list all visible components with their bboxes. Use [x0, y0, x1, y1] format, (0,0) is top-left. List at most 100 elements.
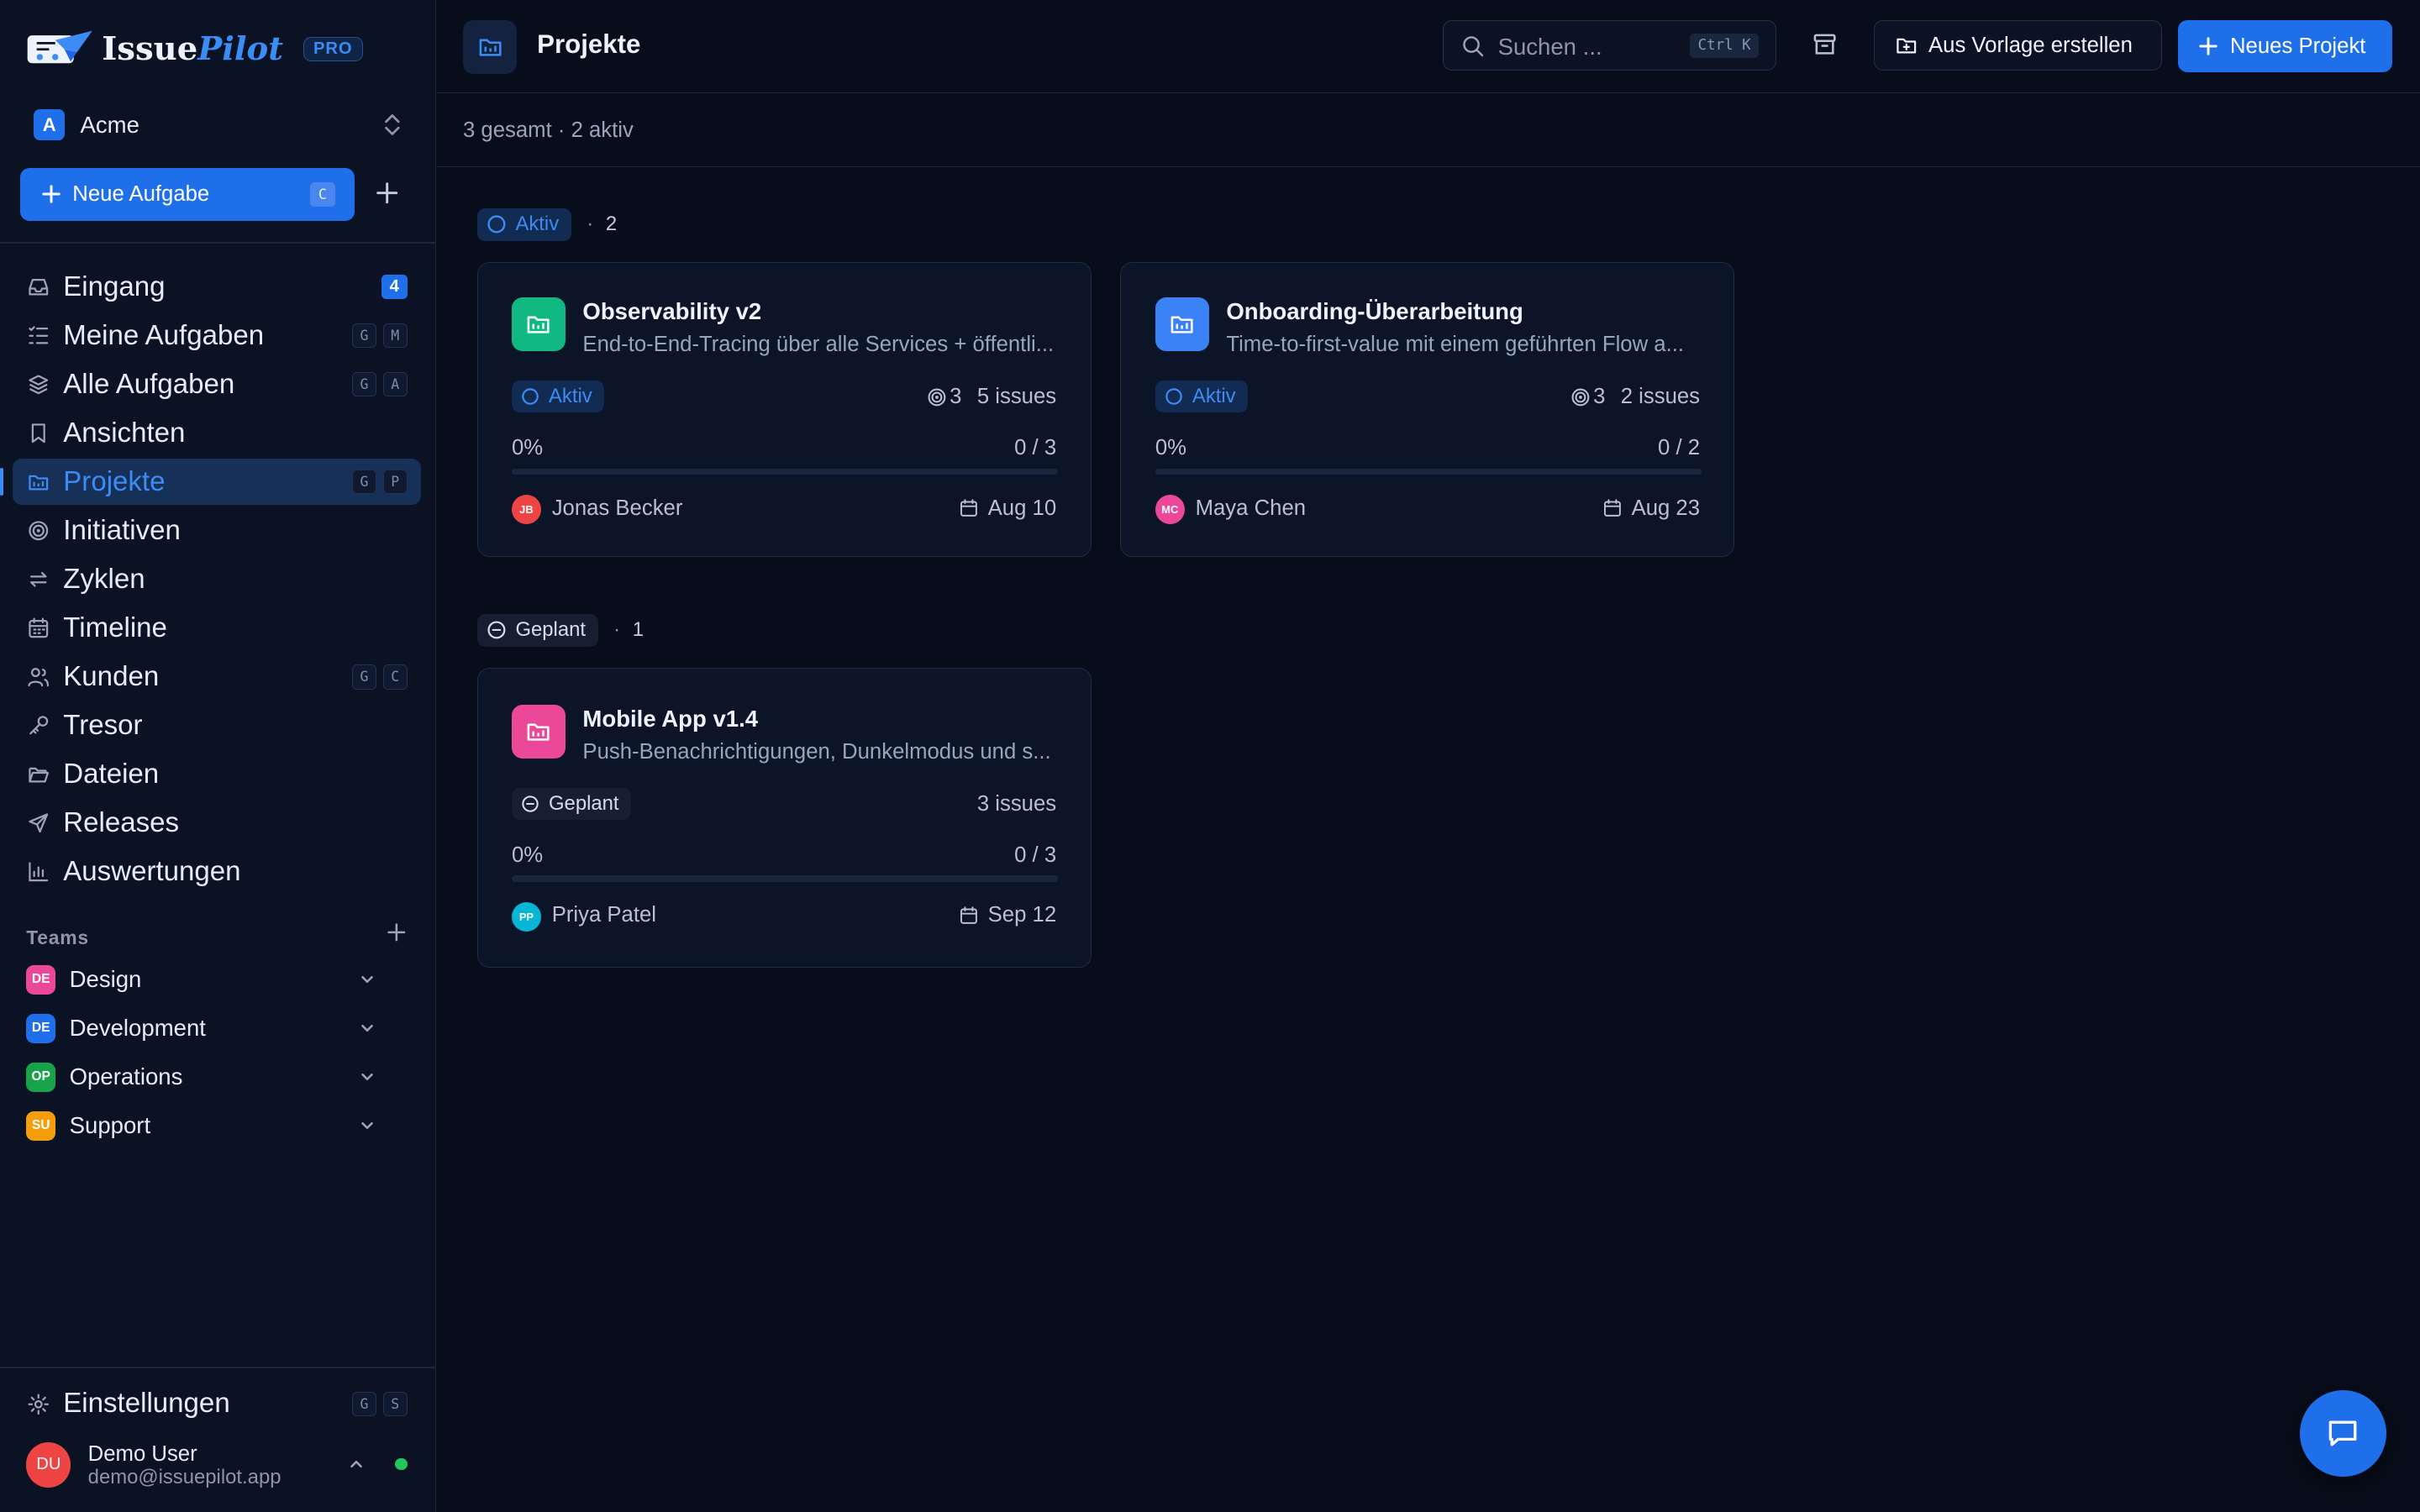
project-folder-icon — [511, 297, 566, 351]
sidebar-item-label: Initiativen — [63, 514, 181, 546]
progress-bar — [511, 875, 1059, 882]
due-date[interactable]: Aug 10 — [959, 496, 1056, 521]
sidebar-item-meine-aufgaben[interactable]: Meine Aufgaben GM — [13, 312, 422, 359]
team-item-development[interactable]: DE Development — [26, 1005, 384, 1052]
sidebar-item-eingang[interactable]: Eingang 4 — [13, 264, 422, 310]
sidebar-item-zyklen[interactable]: Zyklen — [13, 556, 422, 602]
layers-icon — [26, 372, 50, 396]
project-meta: 3 5 issues — [927, 385, 1056, 409]
project-lead: Maya Chen — [1195, 496, 1307, 520]
sidebar-item-initiativen[interactable]: Initiativen — [13, 507, 422, 554]
project-card-onboarding[interactable]: Onboarding-Überarbeitung Time-to-first-v… — [1120, 262, 1735, 558]
progress-percent: 0% — [511, 435, 544, 459]
add-team-icon[interactable] — [386, 921, 408, 943]
sidebar-item-releases[interactable]: Releases — [13, 800, 422, 846]
inbox-count-badge: 4 — [381, 274, 408, 300]
key-cap: C — [382, 664, 408, 690]
chevron-down-icon[interactable] — [358, 1116, 376, 1135]
settings-label: Einstellungen — [63, 1388, 230, 1420]
target-icon — [928, 388, 945, 407]
due-date[interactable]: Aug 23 — [1602, 496, 1700, 521]
project-title: Onboarding-Überarbeitung — [1226, 298, 1523, 325]
sidebar-item-projekte[interactable]: Projekte GP — [0, 459, 422, 506]
status-chip-active[interactable]: Aktiv — [476, 207, 571, 241]
add-icon[interactable] — [375, 181, 399, 205]
plus-icon — [41, 185, 60, 204]
send-icon — [26, 811, 50, 835]
status-planned-icon — [487, 620, 507, 640]
progress-fraction: 0 / 2 — [1658, 435, 1701, 459]
app-logo[interactable]: Issue Pilot PRO — [24, 28, 363, 71]
due-date-value: Aug 10 — [987, 496, 1057, 520]
search-shortcut: Ctrl K — [1690, 33, 1759, 58]
archive-icon[interactable] — [1812, 31, 1838, 57]
sidebar-item-auswertungen[interactable]: Auswertungen — [13, 848, 422, 895]
group-separator: · — [587, 213, 594, 236]
avatar: JB — [511, 494, 541, 524]
team-name: Development — [69, 1015, 206, 1042]
chevron-down-icon[interactable] — [358, 1019, 376, 1037]
project-card-observability[interactable]: Observability v2 End-to-End-Tracing über… — [476, 262, 1092, 558]
team-avatar: OP — [26, 1062, 56, 1092]
team-item-support[interactable]: SU Support — [26, 1103, 384, 1149]
project-description: End-to-End-Tracing über alle Services + … — [582, 332, 1055, 356]
gear-icon — [26, 1392, 50, 1416]
sidebar-item-label: Dateien — [63, 758, 160, 790]
page-title: Projekte — [537, 29, 641, 59]
progress-fraction: 0 / 3 — [1014, 435, 1057, 459]
sidebar-item-ansichten[interactable]: Ansichten — [13, 410, 422, 456]
progress-percent: 0% — [511, 843, 544, 867]
sidebar-item-label: Meine Aufgaben — [63, 319, 265, 351]
new-project-button[interactable]: Neues Projekt — [2177, 19, 2392, 73]
project-card-mobile-app[interactable]: Mobile App v1.4 Push-Benachrichtigungen,… — [476, 668, 1092, 968]
sidebar-divider — [0, 242, 435, 244]
chevron-up-icon[interactable] — [347, 1455, 366, 1473]
calendar-icon — [960, 499, 977, 517]
plan-badge: PRO — [302, 37, 363, 62]
plus-icon — [2199, 37, 2217, 55]
status-badge[interactable]: Aktiv — [1155, 380, 1249, 413]
team-item-design[interactable]: DE Design — [26, 957, 384, 1003]
sidebar-item-einstellungen[interactable]: Einstellungen GS — [13, 1381, 422, 1427]
status-badge[interactable]: Geplant — [511, 787, 632, 821]
sidebar-item-dateien[interactable]: Dateien — [13, 751, 422, 797]
target-icon — [26, 518, 50, 543]
workspace-name: Acme — [80, 111, 139, 138]
avatar: DU — [26, 1442, 71, 1488]
user-menu[interactable]: DU Demo User demo@issuepilot.app — [26, 1442, 415, 1488]
targets-count: 3 — [927, 385, 961, 409]
workspace-switcher[interactable]: A Acme — [20, 102, 418, 148]
project-title: Mobile App v1.4 — [582, 706, 759, 732]
calendar-icon — [26, 616, 50, 640]
create-from-template-button[interactable]: Aus Vorlage erstellen — [1873, 19, 2163, 71]
main-nav: Eingang 4 Meine Aufgaben GM Alle Aufgabe… — [0, 264, 422, 897]
team-name: Operations — [69, 1063, 183, 1090]
key-cap: S — [382, 1391, 408, 1417]
user-email: demo@issuepilot.app — [87, 1465, 281, 1488]
team-item-operations[interactable]: OP Operations — [26, 1054, 384, 1100]
user-name: Demo User — [87, 1442, 197, 1467]
status-active-icon — [1165, 387, 1183, 406]
status-chip-planned[interactable]: Geplant — [476, 614, 598, 647]
new-project-label: Neues Projekt — [2230, 34, 2366, 58]
sidebar-item-kunden[interactable]: Kunden GC — [13, 654, 422, 700]
chat-button[interactable] — [2299, 1389, 2386, 1477]
progress-bar — [511, 468, 1059, 475]
due-date[interactable]: Sep 12 — [959, 903, 1056, 927]
group-header-planned: Geplant · 1 — [476, 614, 644, 647]
team-name: Design — [69, 966, 142, 993]
summary-bar: 3 gesamt · 2 aktiv — [436, 94, 2420, 168]
chevron-down-icon[interactable] — [358, 1068, 376, 1086]
search-input[interactable]: Suchen ... Ctrl K — [1443, 19, 1777, 71]
chevron-down-icon[interactable] — [358, 970, 376, 989]
team-avatar: DE — [26, 1013, 56, 1043]
project-title: Observability v2 — [582, 298, 762, 325]
project-folder-icon — [511, 704, 566, 759]
sidebar-item-tresor[interactable]: Tresor — [13, 702, 422, 748]
sidebar-item-label: Tresor — [63, 709, 143, 741]
sidebar-item-timeline[interactable]: Timeline — [13, 605, 422, 651]
new-task-button[interactable]: Neue Aufgabe C — [19, 168, 355, 221]
project-description: Time-to-first-value mit einem geführten … — [1226, 332, 1685, 356]
status-badge[interactable]: Aktiv — [511, 380, 605, 413]
sidebar-item-alle-aufgaben[interactable]: Alle Aufgaben GA — [13, 361, 422, 407]
